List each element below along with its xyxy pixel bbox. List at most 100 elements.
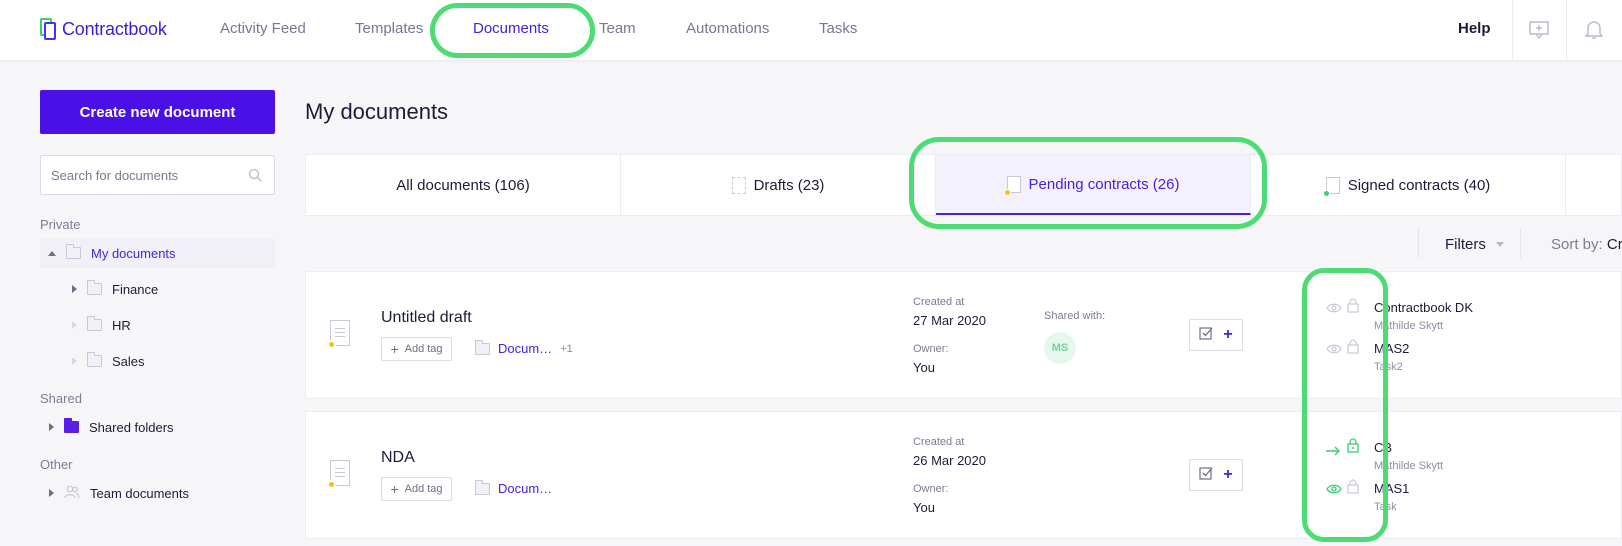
lock-icon [1347, 339, 1359, 359]
brand-logo[interactable]: Contractbook [40, 18, 167, 40]
filters-dropdown[interactable]: Filters [1445, 236, 1504, 253]
signer-sub: Task [1374, 501, 1397, 513]
page-title: My documents [305, 99, 449, 124]
folder-icon [475, 339, 490, 355]
add-tag-button[interactable]: + Add tag [381, 477, 452, 501]
search-box [40, 155, 275, 195]
document-folder-link[interactable]: Docum… +1 [475, 339, 573, 356]
sort-label: Sort by: [1551, 236, 1603, 253]
folder-name: Docum… [498, 481, 553, 496]
folder-icon [87, 316, 102, 331]
sidebar-item-label: My documents [91, 245, 176, 261]
tab-pending-contracts[interactable]: Pending contracts (26) [936, 155, 1251, 215]
avatar[interactable]: MS [1044, 332, 1076, 364]
task-check-icon[interactable] [1199, 466, 1213, 485]
nav-activity-feed[interactable]: Activity Feed [220, 20, 306, 37]
tab-all-documents[interactable]: All documents (106) [306, 155, 621, 215]
nav-tasks[interactable]: Tasks [819, 20, 857, 37]
folder-icon [87, 280, 102, 295]
toolbar-divider [1520, 228, 1521, 258]
collapse-caret-icon[interactable] [48, 250, 56, 256]
eye-icon[interactable] [1326, 482, 1342, 500]
nav-documents[interactable]: Documents [473, 20, 549, 37]
signer-sub: Mathilde Skytt [1374, 320, 1444, 332]
nav-templates[interactable]: Templates [355, 20, 423, 37]
eye-icon[interactable] [1326, 301, 1342, 319]
expand-caret-icon[interactable] [49, 423, 54, 431]
folder-extra-count: +1 [560, 342, 573, 355]
signer-name: MAS2 [1374, 341, 1410, 356]
brand-name: Contractbook [62, 18, 167, 39]
sidebar-item-label: Finance [112, 281, 159, 297]
lock-icon [1347, 298, 1359, 318]
nav-divider [1566, 0, 1567, 60]
create-new-document-button[interactable]: Create new document [40, 90, 275, 134]
tab-signed-contracts[interactable]: Signed contracts (40) [1251, 155, 1566, 215]
shared-with-label: Shared with: [1044, 310, 1106, 322]
sidebar-item-finance[interactable]: Finance [72, 274, 158, 304]
sidebar-item-sales[interactable]: Sales [72, 346, 145, 376]
sidebar-item-label: Shared folders [89, 419, 174, 435]
tab-drafts[interactable]: Drafts (23) [621, 155, 936, 215]
folder-icon [475, 479, 490, 495]
document-row[interactable]: NDA + Add tag Docum… Created at 26 Mar 2… [305, 411, 1622, 539]
signer-name: MAS1 [1374, 481, 1410, 496]
toolbar-divider [1418, 228, 1419, 258]
filters-label: Filters [1445, 236, 1486, 253]
created-at-value: 26 Mar 2020 [913, 453, 986, 468]
lock-icon [1347, 438, 1359, 458]
document-row[interactable]: Untitled draft + Add tag Docum… +1 Creat… [305, 271, 1622, 399]
owner-label: Owner: [913, 483, 949, 495]
chevron-down-icon [1495, 242, 1504, 247]
document-title[interactable]: NDA [381, 449, 415, 467]
nav-automations[interactable]: Automations [686, 20, 769, 37]
help-link[interactable]: Help [1458, 20, 1491, 37]
sidebar-item-my-documents[interactable]: My documents [40, 238, 275, 268]
add-tag-label: Add tag [404, 483, 443, 495]
document-folder-link[interactable]: Docum… [475, 479, 553, 496]
add-tag-label: Add tag [404, 343, 443, 355]
expand-caret-icon[interactable] [49, 489, 54, 497]
created-at-value: 27 Mar 2020 [913, 313, 986, 328]
tab-label: All documents (106) [396, 176, 530, 194]
folder-icon [66, 244, 81, 259]
contractbook-logo-icon [40, 18, 56, 40]
document-tabs: All documents (106) Drafts (23) Pending … [305, 154, 1622, 216]
plus-icon: + [390, 481, 399, 497]
draft-document-icon [731, 176, 746, 194]
folder-icon [87, 352, 102, 367]
sort-by-dropdown[interactable]: Sort by: Cr [1551, 236, 1622, 253]
expand-caret-icon[interactable] [72, 285, 77, 293]
feedback-icon[interactable] [1527, 18, 1551, 42]
search-icon[interactable] [248, 168, 262, 187]
search-input[interactable] [51, 156, 246, 194]
sidebar-item-hr[interactable]: HR [72, 310, 131, 340]
signer-name: Contractbook DK [1374, 300, 1473, 315]
add-task-icon[interactable]: + [1223, 327, 1232, 343]
sidebar-item-label: HR [112, 317, 131, 333]
bell-icon[interactable] [1582, 18, 1606, 42]
arrow-right-icon [1325, 443, 1341, 461]
sidebar-item-team-documents[interactable]: Team documents [49, 478, 189, 508]
owner-value: You [913, 360, 935, 375]
pending-document-icon [327, 460, 350, 489]
lock-icon [1347, 479, 1359, 499]
document-actions: + [1189, 319, 1243, 351]
add-tag-button[interactable]: + Add tag [381, 337, 452, 361]
signer-name: CB [1374, 440, 1393, 455]
document-actions: + [1189, 459, 1243, 491]
signer-sub: Task2 [1374, 361, 1403, 373]
tab-label: Pending contracts (26) [1028, 175, 1180, 193]
team-icon [64, 485, 80, 502]
add-task-icon[interactable]: + [1223, 467, 1232, 483]
expand-caret-icon [72, 357, 77, 365]
document-title[interactable]: Untitled draft [381, 309, 472, 327]
eye-icon[interactable] [1326, 342, 1342, 360]
sidebar-item-label: Sales [112, 353, 145, 369]
task-check-icon[interactable] [1199, 326, 1213, 345]
nav-team[interactable]: Team [599, 20, 636, 37]
plus-icon: + [390, 341, 399, 357]
folder-name: Docum… [498, 341, 553, 356]
section-label-shared: Shared [40, 391, 82, 406]
sidebar-item-shared-folders[interactable]: Shared folders [49, 412, 174, 442]
